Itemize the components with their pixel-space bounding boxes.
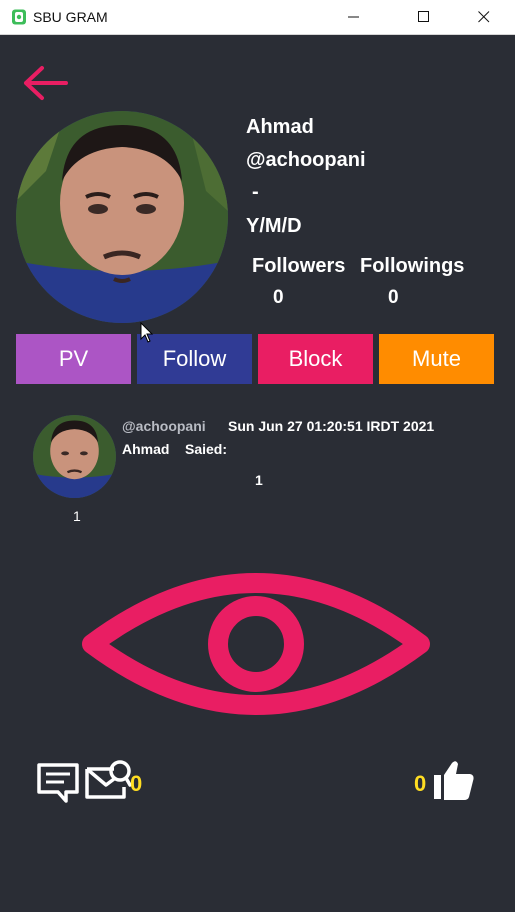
post-date: Sun Jun 27 01:20:51 IRDT 2021 (228, 418, 435, 434)
followings-label: Followings (360, 255, 465, 277)
close-button[interactable] (461, 0, 507, 34)
mute-button[interactable]: Mute (379, 334, 494, 384)
comment-icon[interactable] (36, 762, 80, 804)
profile-name: Ahmad (246, 116, 314, 138)
mouse-cursor-icon (140, 322, 154, 343)
profile-username: @achoopani (246, 149, 366, 171)
profile-avatar (16, 111, 228, 323)
mail-share-icon[interactable] (84, 757, 134, 801)
window-title: SBU GRAM (33, 9, 108, 25)
maximize-button[interactable] (401, 0, 447, 34)
post-author: Ahmad (122, 441, 170, 457)
pv-button[interactable]: PV (16, 334, 131, 384)
post-count: 1 (73, 508, 81, 524)
like-count: 0 (414, 771, 427, 796)
share-count: 0 (130, 771, 143, 796)
close-icon (478, 11, 490, 23)
follow-button[interactable]: Follow (137, 334, 252, 384)
post-username: @achoopani (122, 418, 206, 434)
eye-icon[interactable] (80, 568, 432, 720)
post-said-label: Saied: (185, 441, 228, 457)
title-bar: SBU GRAM (0, 0, 515, 35)
thumbs-up-icon[interactable] (432, 759, 476, 801)
app-icon (12, 9, 26, 25)
minimize-button[interactable] (331, 0, 377, 34)
followers-label: Followers (252, 255, 346, 277)
maximize-icon (418, 11, 429, 22)
post-avatar (33, 415, 116, 498)
profile-birthdate: Y/M/D (246, 215, 302, 237)
block-button[interactable]: Block (258, 334, 373, 384)
minimize-icon (348, 16, 359, 18)
post-content: 1 (255, 472, 263, 488)
followings-count: 0 (388, 287, 399, 308)
back-arrow-icon[interactable] (22, 64, 70, 102)
profile-bio: - (252, 181, 259, 203)
followers-count: 0 (273, 287, 284, 308)
